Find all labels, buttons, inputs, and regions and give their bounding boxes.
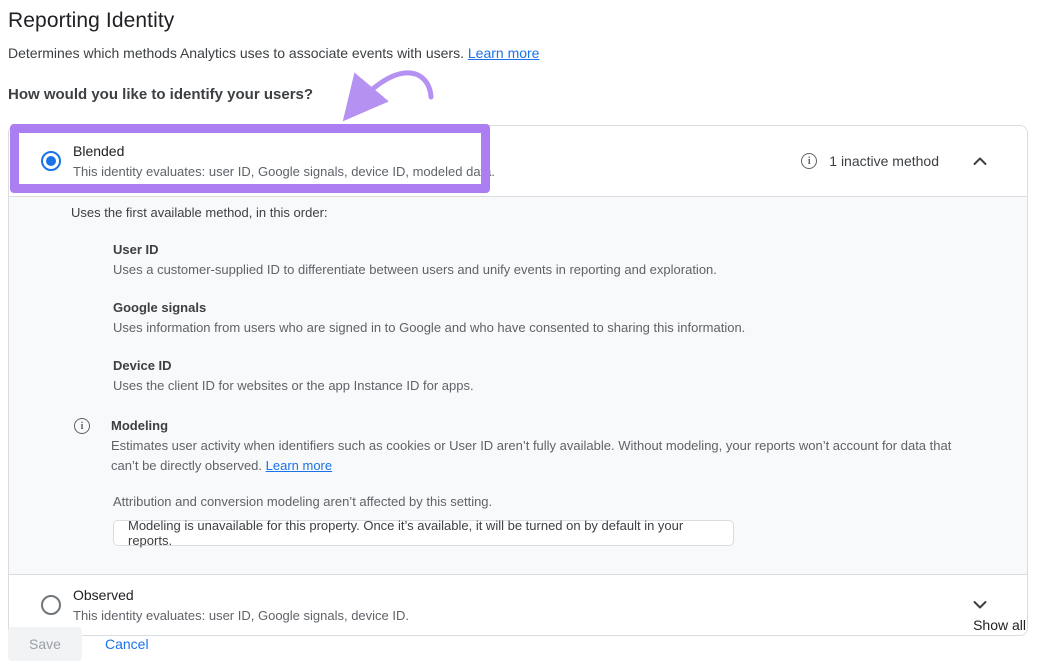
blended-expanded-panel: Uses the first available method, in this… [9,196,1027,574]
learn-more-link[interactable]: Learn more [468,45,540,61]
page-title: Reporting Identity [8,9,174,33]
observed-row-right [973,600,987,610]
modeling-section: i Modeling Estimates user activity when … [71,416,987,476]
blended-label: Blended [73,141,495,161]
method-google-signals: Google signals Uses information from use… [113,298,987,338]
observed-option-text: Observed This identity evaluates: user I… [73,585,409,625]
method-description: Uses a customer-supplied ID to different… [113,260,973,280]
modeling-unavailable-text: Modeling is unavailable for this propert… [128,518,719,548]
blended-option-text: Blended This identity evaluates: user ID… [73,141,495,181]
method-description: Uses information from users who are sign… [113,318,973,338]
show-all-link[interactable]: Show all [973,617,1026,633]
method-name: User ID [113,240,987,260]
blended-row-right: i 1 inactive method [801,153,987,169]
blended-radio[interactable] [41,151,61,171]
method-device-id: Device ID Uses the client ID for website… [113,356,987,396]
reporting-identity-page: Reporting Identity Determines which meth… [0,0,1037,671]
cancel-button[interactable]: Cancel [105,636,149,652]
page-subtitle: Determines which methods Analytics uses … [8,45,539,61]
blended-option-row[interactable]: Blended This identity evaluates: user ID… [9,126,1027,196]
observed-option-row[interactable]: Observed This identity evaluates: user I… [9,574,1027,635]
method-description: Uses the client ID for websites or the a… [113,376,973,396]
expanded-intro: Uses the first available method, in this… [71,204,987,222]
save-button[interactable]: Save [8,627,82,661]
modeling-unavailable-notice: Modeling is unavailable for this propert… [113,520,734,546]
inactive-method-count: 1 inactive method [829,153,939,169]
observed-label: Observed [73,585,409,605]
blended-description: This identity evaluates: user ID, Google… [73,163,495,181]
page-subtitle-text: Determines which methods Analytics uses … [8,45,464,61]
modeling-description-text: Estimates user activity when identifiers… [111,438,951,473]
highlight-arrow-icon [330,50,460,125]
info-icon[interactable]: i [801,153,817,169]
method-name: Google signals [113,298,987,318]
method-name: Device ID [113,356,987,376]
attribution-note: Attribution and conversion modeling aren… [113,493,987,511]
modeling-title: Modeling [111,416,971,436]
observed-description: This identity evaluates: user ID, Google… [73,607,409,625]
chevron-down-icon[interactable] [973,600,987,610]
method-user-id: User ID Uses a customer-supplied ID to d… [113,240,987,280]
modeling-learn-more-link[interactable]: Learn more [266,458,332,473]
observed-radio[interactable] [41,595,61,615]
question-heading: How would you like to identify your user… [8,86,313,103]
info-icon[interactable]: i [74,418,90,434]
modeling-body: Modeling Estimates user activity when id… [111,416,971,476]
modeling-description: Estimates user activity when identifiers… [111,436,971,476]
identity-options-card: Blended This identity evaluates: user ID… [8,125,1028,636]
chevron-up-icon[interactable] [973,156,987,166]
